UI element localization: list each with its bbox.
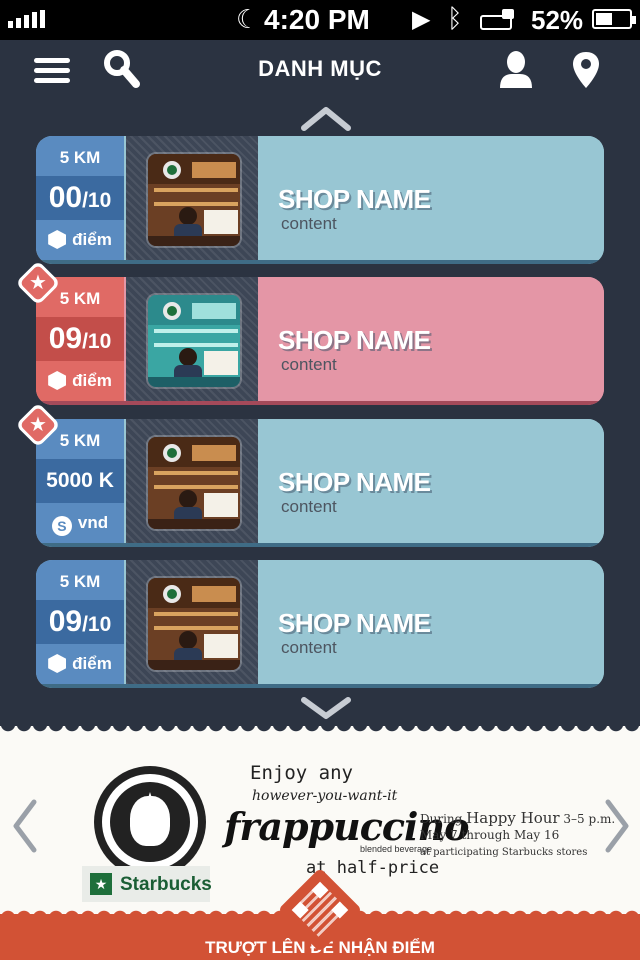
shop-card[interactable]: 5 KM 09/10 điểm SHOP NAME content xyxy=(36,277,604,405)
shop-name: SHOP NAME xyxy=(278,184,431,214)
shop-info: SHOP NAME content xyxy=(262,560,604,684)
nav-bar: DANH MỤC xyxy=(0,40,640,100)
shop-photo xyxy=(146,576,242,672)
ad-happy-hour-text: During Happy Hour 3–5 p.m. May 7 through… xyxy=(420,809,616,858)
shop-name: SHOP NAME xyxy=(278,467,431,497)
hexagon-icon xyxy=(48,654,67,673)
shop-name: SHOP NAME xyxy=(278,325,431,355)
location-pin-icon[interactable] xyxy=(564,48,608,92)
signal-icon xyxy=(8,10,45,28)
shop-info: SHOP NAME content xyxy=(262,277,604,401)
user-icon[interactable] xyxy=(494,48,538,92)
shop-photo xyxy=(146,152,242,248)
favorite-star-icon: ★ xyxy=(15,260,61,306)
shop-distance: 5 KM xyxy=(36,136,124,176)
shop-unit: Svnd xyxy=(36,503,124,543)
page-title: DANH MỤC xyxy=(258,56,382,81)
battery-icon xyxy=(592,9,636,29)
shop-unit: điểm xyxy=(36,220,124,260)
battery-percent: 52% xyxy=(531,5,584,35)
shop-content: content xyxy=(281,214,337,233)
status-time: 4:20 PM xyxy=(264,4,370,35)
card-shadow-strip xyxy=(36,543,604,547)
ad-however-text: however-you-want-it xyxy=(252,788,398,804)
card-shadow-strip xyxy=(36,401,604,405)
shop-content: content xyxy=(281,497,337,516)
bluetooth-icon: ᛒ xyxy=(447,3,463,33)
shop-name: SHOP NAME xyxy=(278,608,431,638)
shop-photo-frame xyxy=(126,560,258,684)
starbucks-logo-icon: ★ xyxy=(94,766,206,878)
hexagon-icon xyxy=(48,371,67,390)
shop-score: 09/10 xyxy=(36,317,124,361)
shop-content: content xyxy=(281,355,337,374)
star-square-icon: ★ xyxy=(90,873,112,895)
shop-photo-frame xyxy=(126,277,258,401)
coin-icon: S xyxy=(51,516,72,536)
card-shadow-strip xyxy=(36,684,604,688)
shop-score: 09/10 xyxy=(36,600,124,644)
shop-photo-frame xyxy=(126,136,258,260)
moon-icon: ☾ xyxy=(236,4,260,34)
status-bar: ☾ 4:20 PM ▶ ᛒ 52% xyxy=(0,0,640,40)
shop-stats: 5 KM 09/10 điểm xyxy=(36,560,124,684)
shop-card[interactable]: 5 KM 09/10 điểm SHOP NAME content xyxy=(36,560,604,688)
scroll-down-chevron-icon[interactable] xyxy=(298,694,354,722)
shop-card[interactable]: 5 KM 5000 K Svnd SHOP NAME content xyxy=(36,419,604,547)
brand-label: ★ Starbucks xyxy=(82,866,212,902)
shop-info: SHOP NAME content xyxy=(262,419,604,543)
shop-score: 00/10 xyxy=(36,176,124,220)
card-shadow-strip xyxy=(36,260,604,264)
lock-rotation-icon xyxy=(480,9,514,30)
ad-enjoy-text: Enjoy any xyxy=(250,762,353,784)
shop-card[interactable]: 5 KM 00/10 điểm SHOP NAME content xyxy=(36,136,604,264)
play-icon: ▶ xyxy=(412,6,431,33)
scallop-edge xyxy=(0,724,640,740)
shop-unit: điểm xyxy=(36,644,124,684)
scroll-up-chevron-icon[interactable] xyxy=(298,104,354,132)
shop-distance: 5 KM xyxy=(36,560,124,600)
shop-info: SHOP NAME content xyxy=(262,136,604,260)
shop-stats: 5 KM 00/10 điểm xyxy=(36,136,124,260)
shop-content: content xyxy=(281,638,337,657)
shop-photo xyxy=(146,435,242,531)
shop-unit: điểm xyxy=(36,361,124,401)
favorite-star-icon: ★ xyxy=(15,402,61,448)
ad-prev-arrow-icon[interactable] xyxy=(8,796,42,856)
shop-photo-frame xyxy=(126,419,258,543)
hexagon-icon xyxy=(48,230,67,249)
shop-photo xyxy=(146,293,242,389)
shop-score: 5000 K xyxy=(36,459,124,503)
